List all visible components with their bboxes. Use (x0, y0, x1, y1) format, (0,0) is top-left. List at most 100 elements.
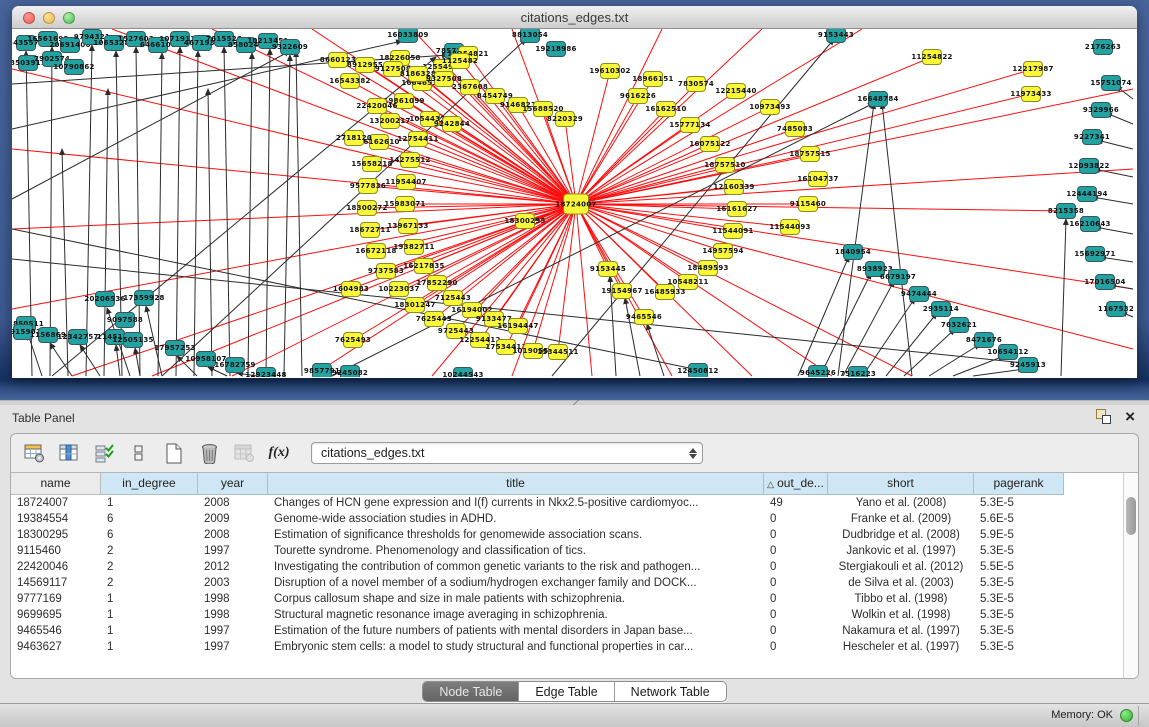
graph-node[interactable]: 18300272 (357, 200, 377, 216)
graph-node[interactable]: 16672118 (366, 243, 386, 259)
graph-node[interactable]: 16104737 (808, 171, 828, 187)
graph-node[interactable]: 18757510 (715, 157, 735, 173)
graph-node[interactable]: 12754411 (408, 131, 428, 147)
table-settings-icon[interactable] (23, 442, 45, 464)
graph-node[interactable]: 14957594 (713, 243, 733, 259)
graph-node[interactable]: 18672711 (360, 222, 380, 238)
graph-node[interactable]: 14275512 (400, 152, 420, 168)
select-columns-icon[interactable] (93, 442, 115, 464)
table-row[interactable]: 1830029562008Estimation of significance … (11, 527, 1138, 543)
tab-node-table[interactable]: Node Table (423, 682, 519, 701)
graph-node[interactable]: 15658218 (362, 156, 382, 172)
graph-node[interactable]: 16217835 (414, 258, 434, 274)
graph-node[interactable]: 15777134 (680, 117, 700, 133)
graph-node[interactable]: 12450812 (688, 363, 708, 377)
graph-node[interactable]: 19218986 (546, 41, 566, 57)
graph-node[interactable]: 1604983 (341, 281, 361, 297)
graph-node[interactable]: 7625493 (343, 332, 363, 348)
graph-node[interactable]: 12215440 (726, 83, 746, 99)
window-titlebar[interactable]: citations_edges.txt (12, 6, 1137, 29)
graph-node[interactable]: 12093822 (1079, 158, 1099, 174)
graph-node[interactable]: 6679197 (888, 269, 908, 285)
graph-node[interactable]: 1156869 (38, 327, 58, 343)
graph-node[interactable]: 17852290 (427, 275, 447, 291)
graph-node[interactable]: 16194447 (508, 318, 528, 334)
table-selector-dropdown[interactable]: citations_edges.txt (311, 442, 703, 464)
graph-node[interactable]: 18301247 (405, 297, 425, 313)
graph-node[interactable]: 1125482 (450, 53, 470, 69)
graph-node[interactable]: 11254822 (922, 49, 942, 65)
table-column-icon[interactable] (58, 442, 80, 464)
graph-node[interactable]: 8471676 (974, 332, 994, 348)
graph-node[interactable]: 9577836 (358, 178, 378, 194)
graph-node[interactable]: 9616226 (628, 88, 648, 104)
graph-node[interactable]: 12444194 (1077, 186, 1097, 202)
table-row[interactable]: 2242004622012Investigating the contribut… (11, 559, 1138, 575)
graph-node[interactable]: 9097588 (115, 312, 135, 328)
graph-node[interactable]: 9329966 (1091, 102, 1111, 118)
graph-node[interactable]: 10958107 (196, 351, 216, 367)
column-header-year[interactable]: year (198, 473, 268, 495)
scrollbar-thumb[interactable] (1126, 497, 1136, 535)
graph-node[interactable]: 10790862 (64, 59, 84, 75)
graph-node[interactable]: 9153445 (598, 261, 618, 277)
graph-node[interactable]: 8220329 (555, 111, 575, 127)
graph-node[interactable]: 17359928 (134, 290, 154, 306)
graph-node[interactable]: 7830574 (686, 76, 706, 92)
graph-node[interactable]: 7516223 (848, 366, 868, 377)
graph-node[interactable]: 12923448 (256, 367, 276, 377)
graph-node[interactable]: 9245082 (340, 365, 360, 377)
graph-node[interactable]: 2935114 (931, 301, 951, 317)
graph-node[interactable]: 18300295 (515, 213, 535, 229)
graph-node[interactable]: 11954407 (396, 174, 416, 190)
graph-node[interactable]: 17957253 (165, 340, 185, 356)
graph-node[interactable]: 19610302 (600, 63, 620, 79)
graph-node[interactable]: 18757515 (800, 146, 820, 162)
graph-node[interactable]: 10244543 (453, 367, 473, 377)
graph-node[interactable]: 12342757 (68, 329, 88, 345)
graph-node[interactable]: 13967133 (398, 218, 418, 234)
graph-node[interactable]: 18966151 (643, 71, 663, 87)
graph-node[interactable]: 2176263 (1093, 39, 1113, 55)
graph-node[interactable]: 8912955 (355, 57, 375, 73)
graph-node[interactable]: 7625443 (424, 311, 444, 327)
graph-node[interactable]: 18489593 (698, 260, 718, 276)
graph-node[interactable]: 16033809 (398, 29, 418, 43)
graph-node[interactable]: 9153443 (826, 29, 846, 43)
graph-node[interactable]: 22420046 (367, 98, 387, 114)
float-panel-icon[interactable] (1096, 409, 1111, 424)
graph-node[interactable]: 15751074 (1101, 75, 1121, 91)
tab-network-table[interactable]: Network Table (615, 682, 726, 701)
delete-icon[interactable] (198, 442, 220, 464)
graph-node[interactable]: 16543382 (340, 73, 360, 89)
graph-node[interactable]: 8813054 (520, 29, 540, 43)
graph-node[interactable]: 16210643 (1080, 216, 1100, 232)
table-row[interactable]: 1456911722003Disruption of a novel membe… (11, 575, 1138, 591)
graph-node[interactable]: 20206536 (95, 291, 115, 307)
graph-node[interactable]: 11544093 (780, 219, 800, 235)
graph-node[interactable]: 17016504 (1095, 274, 1115, 290)
graph-node[interactable]: 1167532 (1106, 301, 1126, 317)
table-row[interactable]: 977716911998Corpus callosum shape and si… (11, 591, 1138, 607)
graph-node[interactable]: 11544091 (723, 223, 743, 239)
table-row[interactable]: 1938455462009Genome-wide association stu… (11, 511, 1138, 527)
table-row[interactable]: 946362711997Embryonic stem cells: a mode… (11, 639, 1138, 655)
graph-node[interactable]: 16075122 (700, 136, 720, 152)
rows-icon[interactable] (128, 442, 150, 464)
graph-node[interactable]: 8215358 (1056, 203, 1076, 219)
graph-node[interactable]: 10223037 (389, 281, 409, 297)
graph-node[interactable]: 9322609 (280, 39, 300, 55)
close-panel-icon[interactable]: × (1125, 410, 1135, 424)
graph-node[interactable]: 8660123 (328, 52, 348, 68)
tab-edge-table[interactable]: Edge Table (519, 682, 614, 701)
graph-node[interactable]: 7632621 (949, 317, 969, 333)
graph-node[interactable]: 16161627 (727, 201, 747, 217)
table-row[interactable]: 1872400712008Changes of HCN gene express… (11, 495, 1138, 511)
graph-node[interactable]: 12160339 (724, 179, 744, 195)
graph-node[interactable]: 16485933 (655, 284, 675, 300)
column-header-name[interactable]: name (11, 473, 101, 495)
function-icon[interactable]: f(x) (268, 442, 290, 464)
graph-node[interactable]: 7485083 (785, 121, 805, 137)
graph-hub-node[interactable]: 18724007 (563, 194, 589, 215)
graph-node[interactable]: 9645226 (808, 365, 828, 377)
